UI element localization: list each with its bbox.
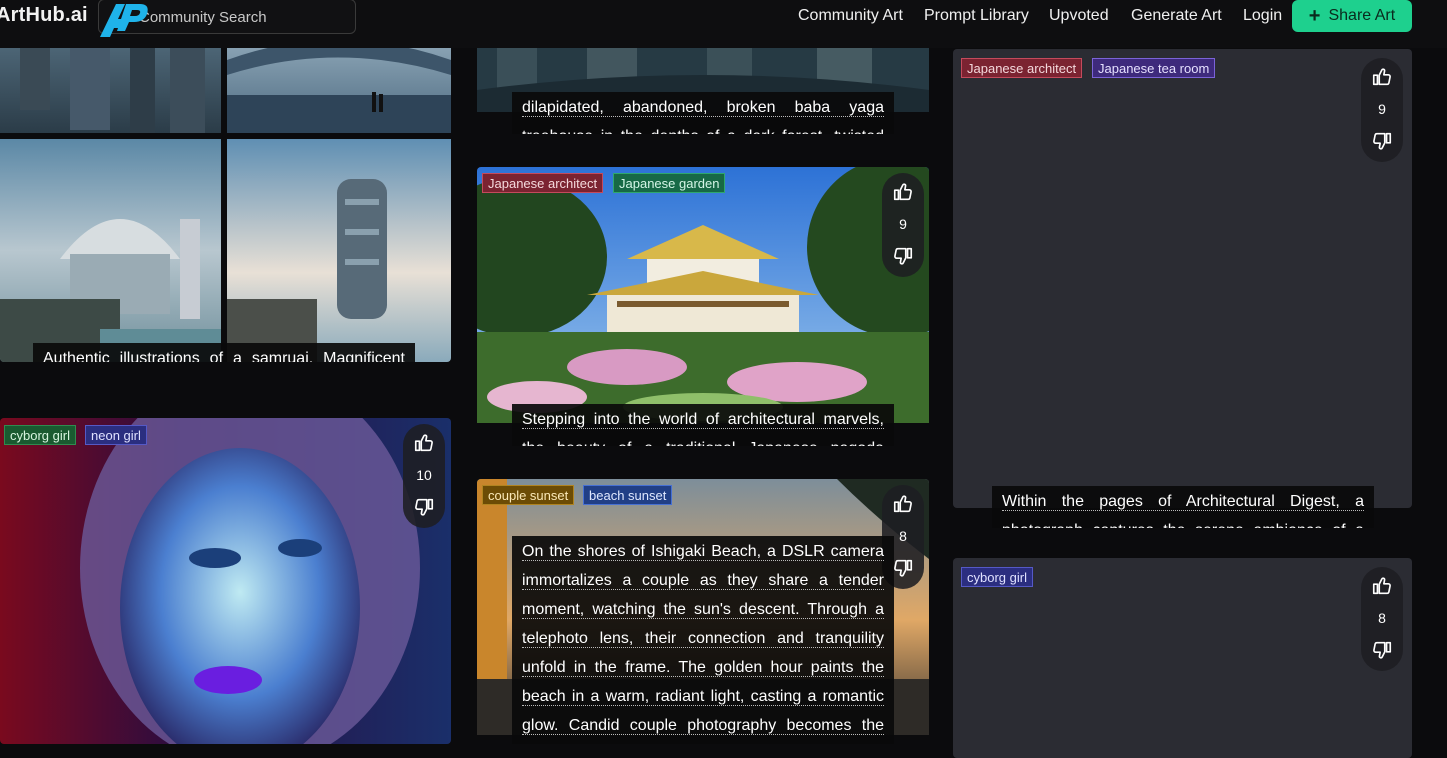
- thumbs-up-icon[interactable]: [892, 493, 914, 515]
- search-input[interactable]: [137, 6, 351, 28]
- pagoda-prompt: Stepping into the world of architectural…: [512, 404, 894, 446]
- cyborg-girl-image: [0, 418, 451, 744]
- tag-japanese-tea-room[interactable]: Japanese tea room: [1092, 58, 1216, 78]
- thumbs-down-icon[interactable]: [892, 245, 914, 267]
- tag-japanese-architect[interactable]: Japanese architect: [961, 58, 1083, 78]
- brand-name[interactable]: ArtHub.ai: [0, 4, 88, 27]
- share-art-label: Share Art: [1328, 7, 1396, 24]
- samurai-image-bottom-right: [227, 139, 451, 362]
- vote-widget: 8: [1361, 567, 1403, 671]
- nav-community-art[interactable]: Community Art: [798, 7, 903, 25]
- tag-japanese-architect[interactable]: Japanese architect: [482, 173, 604, 193]
- thumbs-down-icon[interactable]: [1371, 130, 1393, 152]
- thumbs-down-icon[interactable]: [413, 496, 435, 518]
- plus-icon: +: [1308, 5, 1321, 27]
- thumbs-up-icon[interactable]: [1371, 575, 1393, 597]
- tag-neon-girl[interactable]: neon girl: [85, 425, 147, 445]
- samurai-image-bottom-left: [0, 139, 221, 362]
- samurai-card[interactable]: Authentic illustrations of a samruai, Ma…: [0, 0, 451, 362]
- vote-count: 8: [1378, 610, 1386, 626]
- vote-widget: 10: [403, 424, 445, 528]
- tag-cyborg-girl[interactable]: cyborg girl: [4, 425, 76, 445]
- tag-cyborg-girl[interactable]: cyborg girl: [961, 567, 1033, 587]
- tea-room-card[interactable]: Japanese architect Japanese tea room 9: [953, 49, 1412, 508]
- vote-count: 9: [1378, 101, 1386, 117]
- vote-count: 9: [899, 216, 907, 232]
- nav-generate-art[interactable]: Generate Art: [1131, 7, 1222, 25]
- nav-prompt-library[interactable]: Prompt Library: [924, 7, 1029, 25]
- beach-card[interactable]: couple sunset beach sunset 8 On the shor…: [477, 479, 929, 744]
- top-nav-bar: ArtHub.ai Community Art Prompt Library U…: [0, 0, 1447, 48]
- nav-login[interactable]: Login: [1243, 7, 1282, 25]
- cyborg-girl-card-2[interactable]: cyborg girl 8: [953, 558, 1412, 758]
- tag-couple-sunset[interactable]: couple sunset: [482, 485, 575, 505]
- cyborg-girl-card[interactable]: cyborg girl neon girl 10: [0, 418, 451, 744]
- thumbs-up-icon[interactable]: [892, 181, 914, 203]
- logo-icon[interactable]: [96, 1, 150, 39]
- tag-japanese-garden[interactable]: Japanese garden: [613, 173, 726, 193]
- tag-beach-sunset[interactable]: beach sunset: [583, 485, 673, 505]
- nav-upvoted[interactable]: Upvoted: [1049, 7, 1109, 25]
- samurai-prompt: Authentic illustrations of a samruai, Ma…: [33, 343, 415, 362]
- vote-widget: 9: [882, 173, 924, 277]
- baba-yaga-prompt: dilapidated, abandoned, broken baba yaga…: [512, 92, 894, 134]
- vote-widget: 9: [1361, 58, 1403, 162]
- vote-count: 10: [416, 467, 432, 483]
- thumbs-down-icon[interactable]: [892, 557, 914, 579]
- pagoda-card[interactable]: Japanese architect Japanese garden 9 Ste…: [477, 167, 929, 447]
- thumbs-down-icon[interactable]: [1371, 639, 1393, 661]
- tea-room-prompt: Within the pages of Architectural Digest…: [992, 486, 1374, 528]
- beach-prompt: On the shores of Ishigaki Beach, a DSLR …: [512, 536, 894, 744]
- share-art-button[interactable]: + Share Art: [1292, 0, 1412, 32]
- pagoda-image: [477, 167, 929, 423]
- thumbs-up-icon[interactable]: [413, 432, 435, 454]
- thumbs-up-icon[interactable]: [1371, 66, 1393, 88]
